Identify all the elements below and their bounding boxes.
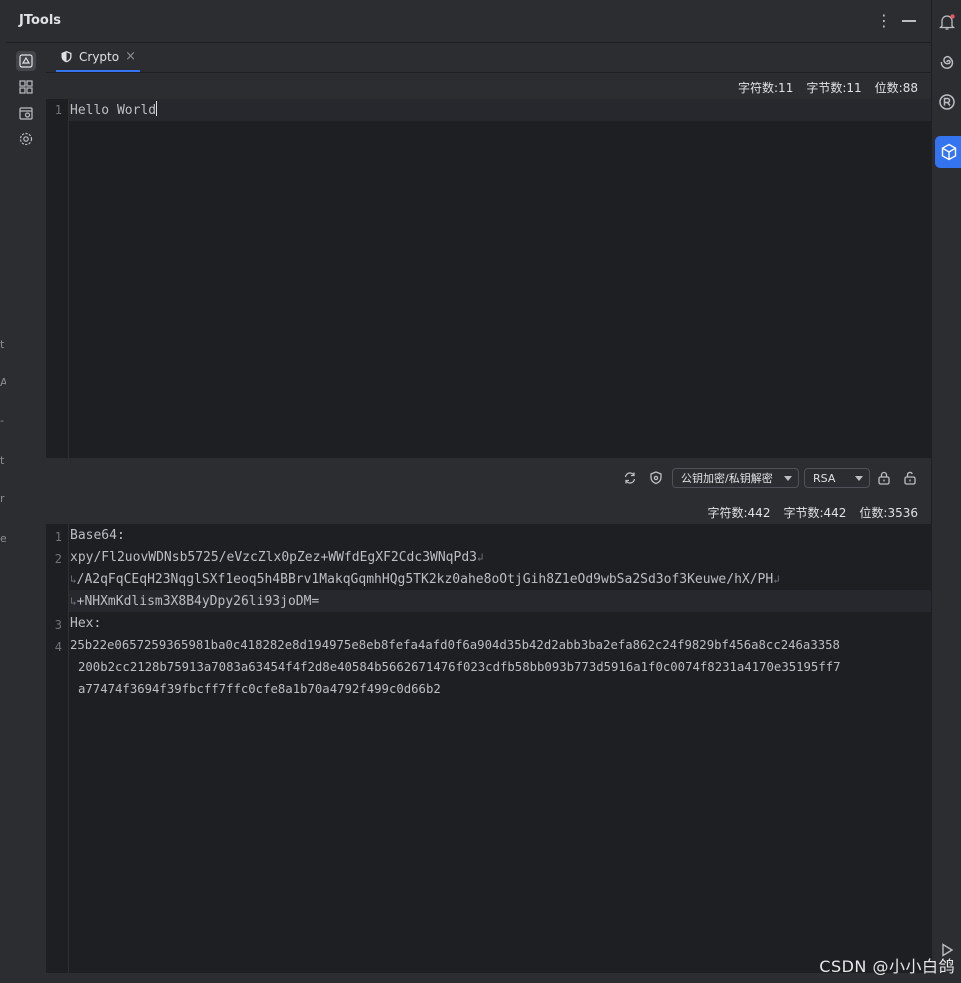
input-byte-count: 字节数:11	[806, 81, 862, 95]
tab-close-icon[interactable]: ×	[125, 49, 136, 64]
strip-fragment: t	[0, 338, 5, 351]
shield-check-icon[interactable]	[648, 470, 664, 486]
algorithm-select-value: RSA	[813, 471, 836, 485]
current-line-highlight	[69, 99, 931, 121]
strip-fragment: t	[0, 454, 5, 467]
editor-line[interactable]: ↳/A2qFqCEqH23NqglSXf1eoq5h4BBrv1MakqGqmh…	[70, 572, 780, 587]
soft-wrap-continue-icon: ↳	[70, 595, 77, 608]
left-toolbar	[6, 43, 46, 973]
editor-line[interactable]: Hello World	[70, 101, 158, 118]
app-title: JTools	[19, 13, 62, 28]
algorithm-select[interactable]: RSA	[804, 468, 870, 488]
settings-gear-icon[interactable]	[16, 129, 36, 149]
calendar-search-icon[interactable]	[16, 103, 36, 123]
refresh-icon[interactable]	[622, 470, 638, 486]
text-cursor	[156, 101, 158, 116]
soft-wrap-continue-icon: ↳	[70, 573, 77, 586]
chevron-down-icon	[855, 475, 863, 481]
output-stats-bar: 字符数:442 字节数:442 位数:3536	[46, 498, 931, 524]
line-gutter: 1 2 3 4	[46, 524, 69, 973]
editor-line[interactable]: ↳+NHXmKdlism3X8B4yDpy26li93joDM=	[70, 594, 319, 609]
more-options-icon[interactable]: ⋮	[876, 11, 892, 31]
editor-line[interactable]: Hex:	[70, 616, 101, 631]
line-gutter: 1	[46, 99, 69, 458]
input-stats-bar: 字符数:11 字节数:11 位数:88	[46, 73, 931, 99]
csdn-watermark: CSDN @小小白鸽	[819, 957, 955, 976]
mode-select[interactable]: 公钥加密/私钥解密	[672, 468, 799, 488]
encrypt-lock-icon[interactable]	[876, 470, 892, 486]
line-number: 1	[54, 103, 62, 117]
input-bit-count: 位数:88	[874, 81, 918, 95]
jtools-cube-icon[interactable]	[935, 136, 961, 168]
minimize-icon[interactable]	[902, 20, 916, 22]
editor-line[interactable]: 200b2cc2128b75913a7083a63454f4f2d8e40584…	[78, 660, 841, 674]
line-number: 2	[54, 552, 62, 566]
title-bar: JTools ⋮	[6, 0, 931, 43]
output-editor[interactable]: 1 2 3 4 Base64: xpy/Fl2uovWDNsb5725/eVzc…	[46, 524, 931, 973]
tab-label: Crypto	[79, 49, 120, 64]
editor-line[interactable]: xpy/Fl2uovWDNsb5725/eVzcZlx0pZez+WWfdEgX…	[70, 550, 484, 565]
chevron-down-icon	[784, 475, 792, 481]
right-toolbar	[931, 0, 961, 983]
editor-line[interactable]: 25b22e0657259365981ba0c418282e8d194975e8…	[70, 638, 840, 652]
editor-line[interactable]: a77474f3694f39fbcff7ffc0cfe8a1b70a4792f4…	[78, 682, 441, 696]
output-bit-count: 位数:3536	[859, 506, 918, 520]
shield-icon	[61, 51, 72, 63]
editor-line[interactable]: Base64:	[70, 528, 125, 543]
tab-crypto[interactable]: Crypto ×	[56, 43, 140, 72]
line-number: 3	[54, 618, 62, 632]
soft-wrap-icon: ↲	[773, 573, 780, 586]
operation-toolbar: 公钥加密/私钥解密 RSA	[46, 458, 931, 498]
line-number: 4	[54, 640, 62, 654]
mode-select-value: 公钥加密/私钥解密	[681, 472, 773, 485]
tab-bar: Crypto ×	[46, 43, 931, 73]
decrypt-unlock-icon[interactable]	[902, 470, 918, 486]
input-editor[interactable]: 1 Hello World	[46, 99, 931, 458]
crypto-tool-icon[interactable]	[16, 51, 36, 71]
rest-plugin-icon[interactable]	[937, 92, 957, 112]
strip-fragment: -	[0, 414, 4, 427]
input-char-count: 字符数:11	[738, 81, 794, 95]
spiral-plugin-icon[interactable]	[937, 52, 957, 72]
soft-wrap-icon: ↲	[477, 551, 484, 564]
output-byte-count: 字节数:442	[783, 506, 847, 520]
strip-fragment: r	[0, 492, 5, 505]
output-char-count: 字符数:442	[707, 506, 771, 520]
notifications-bell-icon[interactable]	[937, 12, 957, 32]
status-bar	[0, 973, 961, 983]
line-number: 1	[54, 530, 62, 544]
apps-grid-icon[interactable]	[16, 77, 36, 97]
